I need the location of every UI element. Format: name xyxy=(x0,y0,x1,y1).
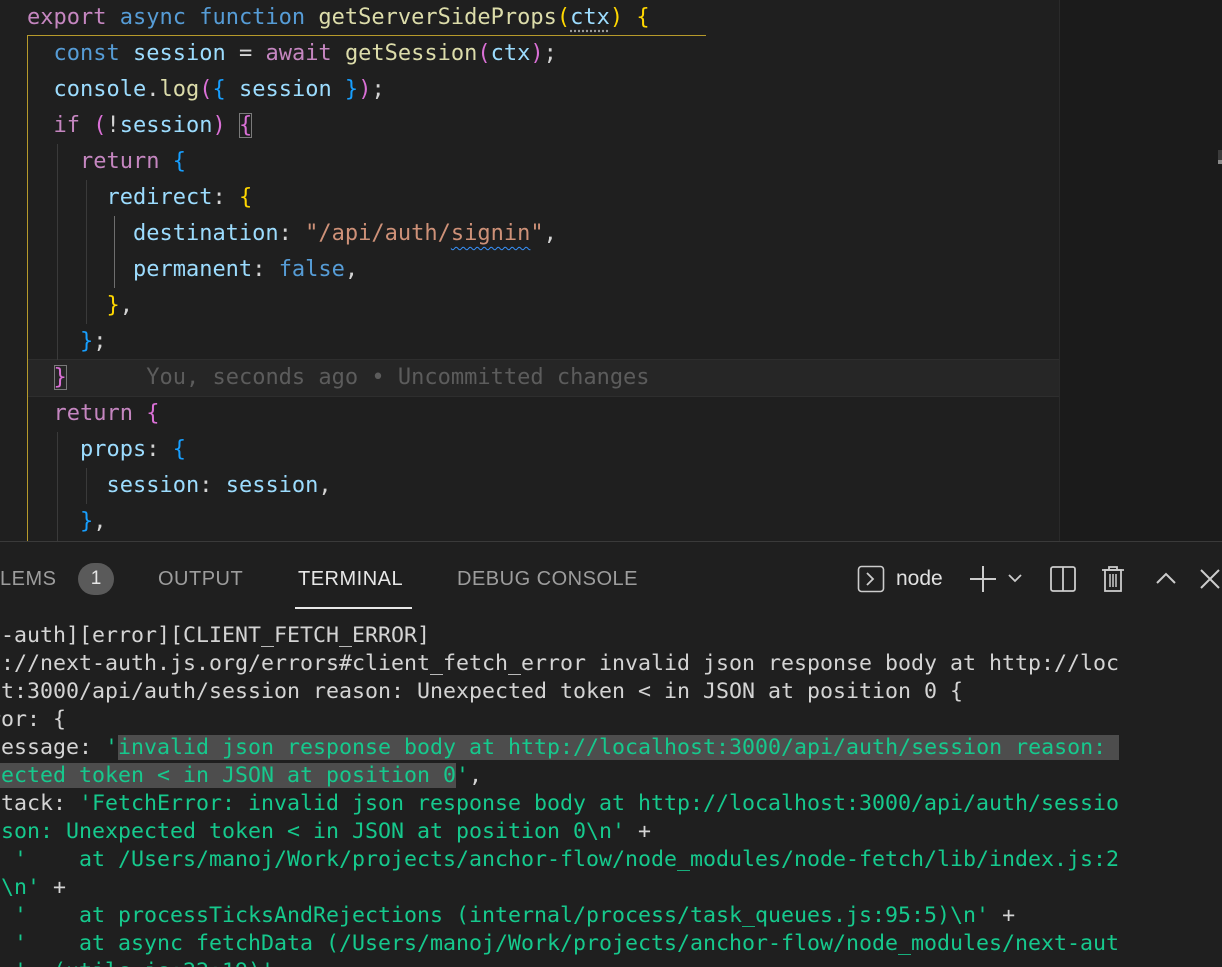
code-line: return { xyxy=(53,401,160,426)
terminal-line: pected token < in JSON at position 0', xyxy=(0,762,482,790)
code-line: if (!session) { xyxy=(53,113,253,138)
tab-output[interactable]: OUTPUT xyxy=(158,542,243,612)
scrollbar-thumb[interactable] xyxy=(1218,160,1222,164)
code-line: export async function getServerSideProps… xyxy=(27,5,650,30)
code-line: }, xyxy=(106,293,133,318)
code-line: session: session, xyxy=(106,473,332,498)
plus-icon[interactable] xyxy=(969,562,997,596)
active-tab-indicator xyxy=(295,607,412,609)
code-line: return { xyxy=(79,149,186,174)
split-terminal-icon[interactable] xyxy=(1049,562,1077,596)
chevron-up-icon[interactable] xyxy=(1154,562,1178,596)
terminal-line: ' at processTicksAndRejections (internal… xyxy=(14,903,1016,928)
close-icon[interactable] xyxy=(1198,562,1222,596)
code-line: destination: "/api/auth/signin", xyxy=(132,221,557,246)
code-line: }, xyxy=(79,509,107,534)
code-line: }; xyxy=(79,329,107,354)
terminal-output[interactable]: t-auth][error][CLIENT_FETCH_ERROR] s://ne… xyxy=(0,622,1222,967)
terminal-line: t-auth][error][CLIENT_FETCH_ERROR] xyxy=(0,623,431,648)
problems-count-badge: 1 xyxy=(78,563,114,595)
code-line: props: { xyxy=(79,437,186,462)
code-line: console.log({ session }); xyxy=(53,77,385,102)
bottom-panel: LEMS 1 OUTPUT TERMINAL DEBUG CONSOLE nod… xyxy=(0,541,1222,967)
terminal-line: ' at /Users/manoj/Work/projects/anchor-f… xyxy=(14,847,1120,872)
terminal-line: message: 'invalid json response body at … xyxy=(0,735,1120,760)
code-line: const session = await getSession(ctx); xyxy=(53,41,557,66)
tab-debug-console[interactable]: DEBUG CONSOLE xyxy=(457,542,638,612)
terminal-line: st:3000/api/auth/session reason: Unexpec… xyxy=(0,679,964,704)
terminal-selector[interactable]: node xyxy=(896,562,943,596)
code-line: permanent: false, xyxy=(132,257,359,282)
code-editor[interactable]: export async function getServerSideProps… xyxy=(0,0,1222,541)
terminal-icon[interactable] xyxy=(857,562,885,596)
tab-problems[interactable]: LEMS xyxy=(0,542,56,612)
terminal-line: s://next-auth.js.org/errors#client_fetch… xyxy=(0,651,1120,676)
chevron-down-icon[interactable] xyxy=(1006,562,1024,596)
code-line: } You, seconds ago • Uncommitted changes xyxy=(53,365,650,390)
trash-icon[interactable] xyxy=(1100,562,1126,596)
panel-tabs: LEMS 1 OUTPUT TERMINAL DEBUG CONSOLE nod… xyxy=(0,542,1222,612)
terminal-line: ' at async fetchData (/Users/manoj/Work/… xyxy=(14,931,1120,956)
terminal-line: ason: Unexpected token < in JSON at posi… xyxy=(0,819,652,844)
terminal-line: 2\n' + xyxy=(0,875,67,900)
minimap[interactable] xyxy=(1059,0,1222,541)
tab-terminal[interactable]: TERMINAL xyxy=(298,542,403,612)
code-line: redirect: { xyxy=(106,185,253,210)
terminal-line: stack: 'FetchError: invalid json respons… xyxy=(0,791,1120,816)
terminal-line: ror: { xyxy=(0,707,67,732)
